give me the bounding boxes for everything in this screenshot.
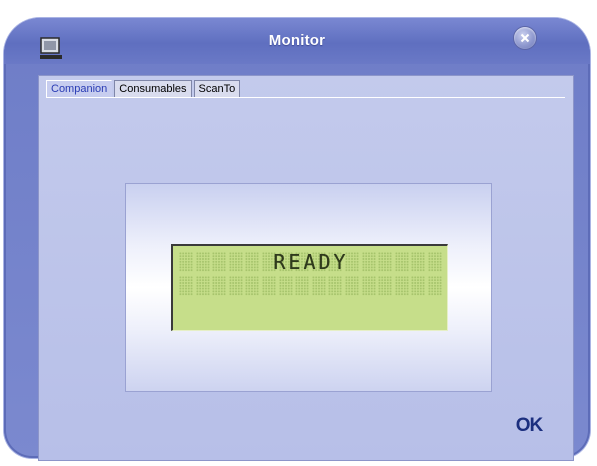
lcd-frame: READY xyxy=(125,183,492,392)
lcd-cell xyxy=(394,276,409,296)
window-title: Monitor xyxy=(268,32,326,49)
tab-consumables[interactable]: Consumables xyxy=(114,80,192,97)
tab-companion[interactable]: Companion xyxy=(46,80,113,97)
close-button[interactable] xyxy=(514,27,536,49)
lcd-cell xyxy=(228,276,243,296)
lcd-cell xyxy=(295,276,310,296)
lcd-cell xyxy=(195,276,210,296)
content-panel: Companion Consumables ScanTo READY OK xyxy=(38,75,574,461)
lcd-status-text: READY xyxy=(273,250,349,274)
tab-scanto[interactable]: ScanTo xyxy=(193,80,241,97)
lcd-cell xyxy=(378,276,393,296)
ok-button[interactable]: OK xyxy=(509,414,549,438)
lcd-cell xyxy=(278,276,293,296)
tab-divider xyxy=(46,97,565,98)
monitor-window: Monitor Companion Consumables ScanTo REA… xyxy=(4,18,590,461)
lcd-display: READY xyxy=(171,244,448,331)
lcd-cell xyxy=(261,276,276,296)
title-bar[interactable]: Monitor xyxy=(4,18,590,64)
tab-strip: Companion Consumables ScanTo xyxy=(46,80,242,98)
lcd-cell xyxy=(361,276,376,296)
lcd-cell xyxy=(212,276,227,296)
close-icon xyxy=(520,33,530,43)
lcd-cell xyxy=(427,276,442,296)
lcd-cell xyxy=(245,276,260,296)
lcd-cell xyxy=(411,276,426,296)
lcd-cell xyxy=(328,276,343,296)
lcd-cell xyxy=(311,276,326,296)
lcd-cell xyxy=(179,276,193,296)
lcd-cell xyxy=(344,276,359,296)
